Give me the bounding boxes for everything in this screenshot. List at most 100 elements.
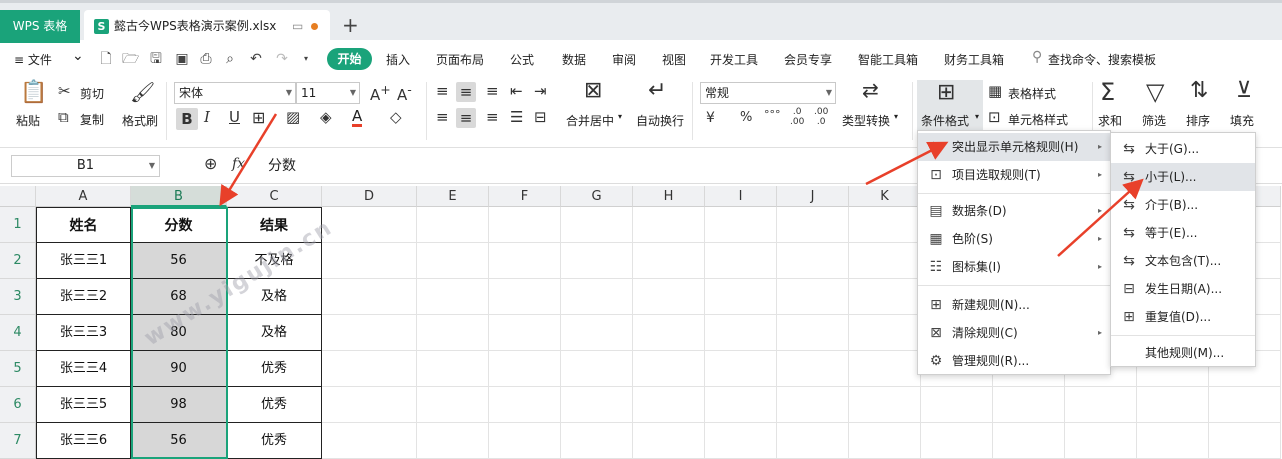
cell-style-button[interactable]: 单元格样式 [1008,111,1068,128]
underline-icon[interactable]: U [229,110,240,125]
table-cell[interactable]: 张三三5 [36,387,131,423]
wrap-text-icon[interactable]: ↵ [648,80,666,102]
table-header-cell[interactable]: 分数 [131,207,227,243]
table-cell[interactable]: 优秀 [227,351,322,387]
empty-cell[interactable] [417,387,489,423]
select-all-corner[interactable] [0,186,36,207]
tab-finance-toolbox[interactable]: 财务工具箱 [944,51,1004,68]
table-cell[interactable]: 及格 [227,315,322,351]
table-cell[interactable]: 张三三4 [36,351,131,387]
empty-cell[interactable] [1137,423,1209,459]
column-header-e[interactable]: E [417,186,489,207]
empty-cell[interactable] [417,207,489,243]
empty-cell[interactable] [993,387,1065,423]
scissors-icon[interactable]: ✂ [58,84,71,99]
empty-cell[interactable] [489,243,561,279]
column-header-g[interactable]: G [561,186,633,207]
empty-cell[interactable] [489,351,561,387]
table-header-cell[interactable]: 结果 [227,207,322,243]
tab-start[interactable]: 开始 [327,48,372,70]
table-cell[interactable]: 90 [131,351,227,387]
other-rules-item[interactable]: 其他规则(M)... [1111,339,1255,367]
highlight-submenu-item[interactable]: ⇆ 等于(E)... [1111,219,1255,247]
highlight-submenu-item[interactable]: ⇆ 文本包含(T)... [1111,247,1255,275]
conditional-format-button[interactable]: 条件格式 [921,112,969,129]
empty-cell[interactable] [777,279,849,315]
print-preview-icon[interactable]: ⌕ [222,51,238,67]
search-icon[interactable]: ⚲ [1032,49,1042,65]
chevron-down-icon[interactable]: ▾ [975,112,979,121]
empty-cell[interactable] [489,207,561,243]
filter-icon[interactable]: ▽ [1146,80,1164,104]
empty-cell[interactable] [561,243,633,279]
decrease-indent-icon[interactable]: ⇤ [510,84,523,99]
empty-cell[interactable] [489,279,561,315]
empty-cell[interactable] [417,351,489,387]
align-right-icon[interactable]: ≡ [486,110,499,125]
empty-cell[interactable] [1209,423,1281,459]
sort-icon[interactable]: ⇅ [1190,80,1208,102]
empty-cell[interactable] [705,279,777,315]
italic-icon[interactable]: I [204,110,210,125]
empty-cell[interactable] [849,207,921,243]
tab-smart-toolbox[interactable]: 智能工具箱 [858,51,918,68]
open-folder-icon[interactable]: 🗁 [122,51,139,67]
empty-cell[interactable] [705,387,777,423]
empty-cell[interactable] [777,423,849,459]
decrease-decimal-icon[interactable]: .00.0 [814,107,828,127]
merge-center-button[interactable]: 合并居中 [566,112,614,129]
table-cell[interactable]: 优秀 [227,423,322,459]
cond-menu-item[interactable]: ☷ 图标集(I) ▸ [918,253,1110,281]
name-box[interactable]: B1 ▼ [11,155,160,177]
tab-formulas[interactable]: 公式 [510,51,534,68]
column-header-j[interactable]: J [777,186,849,207]
sort-button[interactable]: 排序 [1186,112,1210,129]
tab-data[interactable]: 数据 [562,51,586,68]
column-header-k[interactable]: K [849,186,921,207]
chevron-down-icon[interactable]: ⌄ [72,48,84,64]
type-convert-button[interactable]: 类型转换 [842,112,890,129]
empty-cell[interactable] [322,243,417,279]
row-header[interactable]: 1 [0,207,36,243]
tab-insert[interactable]: 插入 [386,51,410,68]
table-cell[interactable]: 张三三1 [36,243,131,279]
empty-cell[interactable] [1209,387,1281,423]
align-middle-icon[interactable]: ≡ [456,82,476,102]
empty-cell[interactable] [705,351,777,387]
highlight-submenu-item[interactable]: ⇆ 介于(B)... [1111,191,1255,219]
tab-developer[interactable]: 开发工具 [710,51,758,68]
fill-icon[interactable]: ⊻ [1236,80,1252,102]
highlight-submenu-item[interactable]: ⇆ 大于(G)... [1111,135,1255,163]
empty-cell[interactable] [489,423,561,459]
row-header[interactable]: 6 [0,387,36,423]
empty-cell[interactable] [705,315,777,351]
empty-cell[interactable] [561,351,633,387]
column-header-c[interactable]: C [227,186,322,207]
table-cell[interactable]: 56 [131,423,227,459]
table-style-icon[interactable]: ▦ [988,84,1002,99]
increase-font-icon[interactable]: A+ [370,83,391,103]
fx-icon[interactable]: fx [232,157,245,171]
empty-cell[interactable] [489,387,561,423]
empty-cell[interactable] [993,423,1065,459]
empty-cell[interactable] [489,315,561,351]
filter-button[interactable]: 筛选 [1142,112,1166,129]
table-style-button[interactable]: 表格样式 [1008,85,1056,102]
row-header[interactable]: 4 [0,315,36,351]
table-cell[interactable]: 张三三3 [36,315,131,351]
table-cell[interactable]: 及格 [227,279,322,315]
number-format-combo[interactable]: 常规 ▼ [700,82,836,104]
type-convert-icon[interactable]: ⇄ [862,80,879,100]
table-cell[interactable]: 68 [131,279,227,315]
chevron-down-icon[interactable]: ▾ [298,51,314,67]
empty-cell[interactable] [1065,387,1137,423]
empty-cell[interactable] [561,207,633,243]
wps-app-tab[interactable]: WPS 表格 [0,10,80,43]
distributed-icon[interactable]: ⊟ [534,110,547,125]
currency-icon[interactable]: ¥ [706,111,715,125]
empty-cell[interactable] [322,423,417,459]
font-size-combo[interactable]: 11 ▼ [296,82,360,104]
tab-page-layout[interactable]: 页面布局 [436,51,484,68]
cond-menu-item[interactable]: ▤ 数据条(D) ▸ [918,197,1110,225]
empty-cell[interactable] [921,423,993,459]
